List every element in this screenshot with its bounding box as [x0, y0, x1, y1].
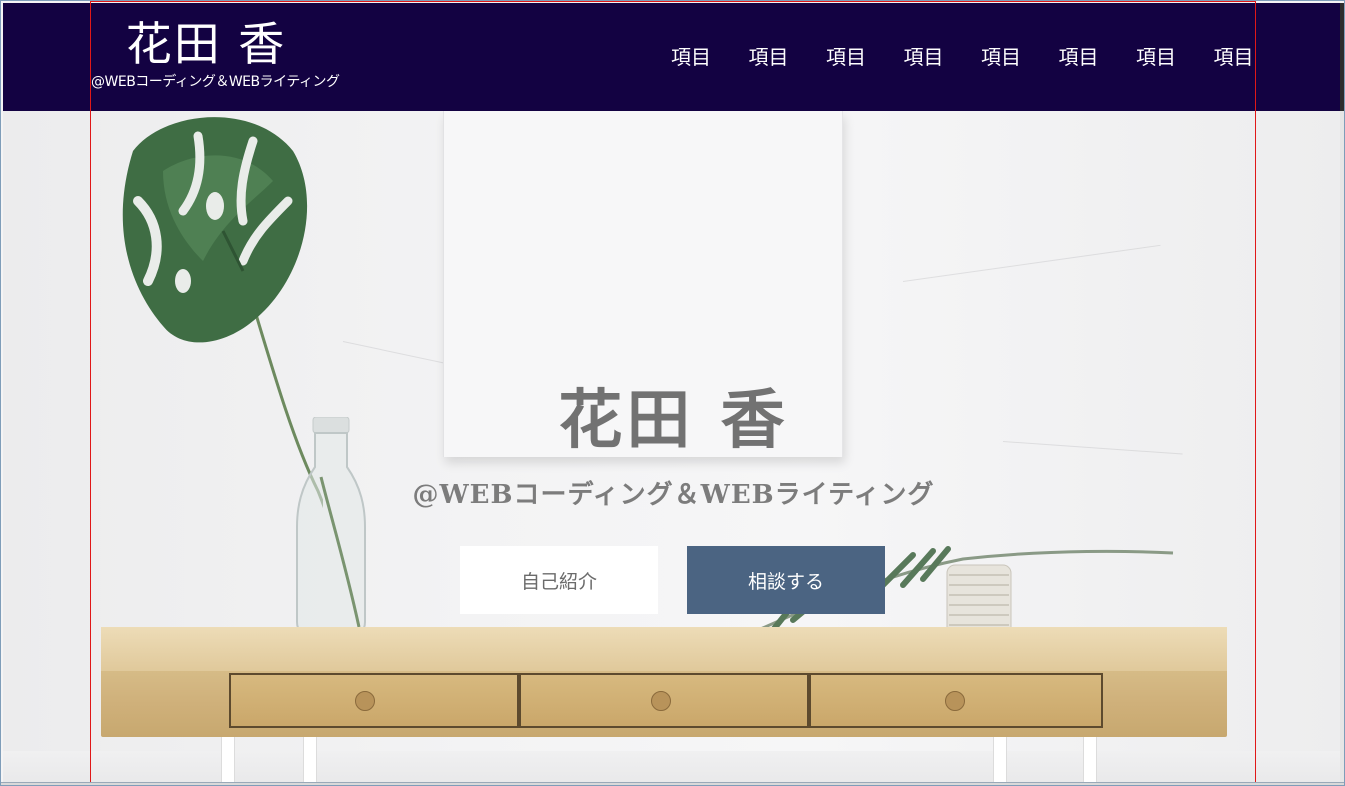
wall-texture [902, 244, 1161, 282]
nav-item-1[interactable]: 項目 [671, 41, 749, 70]
desk-drawer [519, 673, 809, 728]
hero-subtitle: @WEBコーディング＆WEBライティング [412, 480, 935, 510]
hero-title: 花田 香 [558, 383, 789, 458]
logo-tagline: @WEBコーディング＆WEBライティング [91, 74, 340, 90]
nav-item-6[interactable]: 項目 [1059, 41, 1137, 70]
drawer-knob [945, 691, 965, 711]
drawer-knob [355, 691, 375, 711]
table-leg [303, 735, 317, 783]
nav-item-4[interactable]: 項目 [904, 41, 982, 70]
floor [3, 751, 1340, 783]
nav-item-7[interactable]: 項目 [1136, 41, 1214, 70]
table-leg [221, 735, 235, 783]
site-header: 花田 香 @WEBコーディング＆WEBライティング 項目 項目 項目 項目 項目… [3, 3, 1340, 111]
drawer-knob [651, 691, 671, 711]
desk-drawer [229, 673, 519, 728]
browser-window: 花田 香 @WEBコーディング＆WEBライティング 項目 項目 項目 項目 項目… [0, 0, 1345, 786]
nav-item-3[interactable]: 項目 [826, 41, 904, 70]
table-leg [993, 735, 1007, 783]
nav-item-2[interactable]: 項目 [749, 41, 827, 70]
table-leg [1083, 735, 1097, 783]
consult-button[interactable]: 相談する [687, 546, 885, 614]
scrollbar-thumb[interactable] [1340, 3, 1344, 111]
nav-item-8[interactable]: 項目 [1214, 41, 1292, 70]
monstera-leaf-image [122, 117, 323, 509]
site-logo[interactable]: 花田 香 @WEBコーディング＆WEBライティング [91, 15, 361, 91]
about-me-button[interactable]: 自己紹介 [460, 546, 658, 614]
logo-name: 花田 香 [125, 17, 287, 71]
horizontal-scrollbar[interactable] [1, 782, 1344, 785]
desk-top-surface [101, 627, 1227, 671]
main-nav: 項目 項目 項目 項目 項目 項目 項目 項目 [671, 41, 1291, 70]
desk-drawer [809, 673, 1103, 728]
nav-item-5[interactable]: 項目 [981, 41, 1059, 70]
